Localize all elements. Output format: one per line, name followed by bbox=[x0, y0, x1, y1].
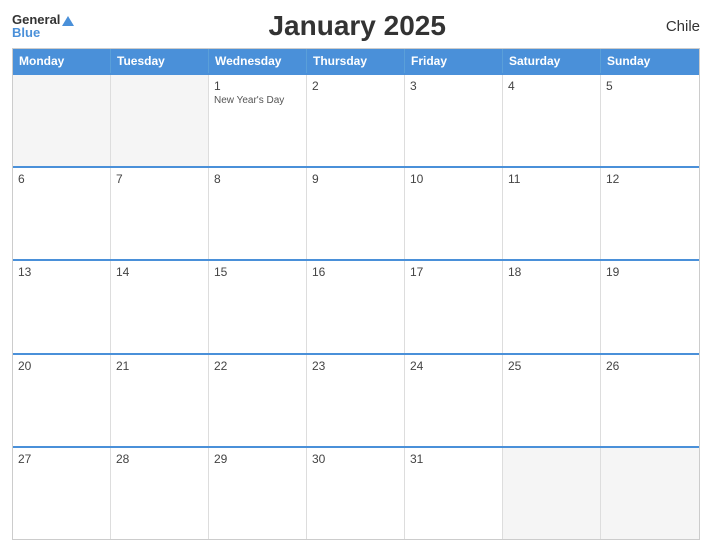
header: General Blue January 2025 Chile bbox=[12, 10, 700, 42]
cell-date-number: 29 bbox=[214, 452, 301, 466]
calendar-grid: MondayTuesdayWednesdayThursdayFridaySatu… bbox=[12, 48, 700, 540]
calendar-cell bbox=[503, 448, 601, 539]
calendar-cell: 13 bbox=[13, 261, 111, 352]
logo-triangle-icon bbox=[62, 16, 74, 26]
calendar-cell: 31 bbox=[405, 448, 503, 539]
calendar-cell: 3 bbox=[405, 75, 503, 166]
cell-date-number: 3 bbox=[410, 79, 497, 93]
day-header-tuesday: Tuesday bbox=[111, 49, 209, 73]
week-row-3: 13 14 15 16 17 18 19 bbox=[13, 259, 699, 352]
calendar-cell: 27 bbox=[13, 448, 111, 539]
week-row-1: 1 New Year's Day 2345 bbox=[13, 73, 699, 166]
cell-date-number: 21 bbox=[116, 359, 203, 373]
cell-date-number: 27 bbox=[18, 452, 105, 466]
calendar-cell: 28 bbox=[111, 448, 209, 539]
calendar-cell: 21 bbox=[111, 355, 209, 446]
cell-date-number: 10 bbox=[410, 172, 497, 186]
calendar-cell: 2 bbox=[307, 75, 405, 166]
logo-blue-text: Blue bbox=[12, 26, 40, 39]
calendar-cell: 6 bbox=[13, 168, 111, 259]
day-headers-row: MondayTuesdayWednesdayThursdayFridaySatu… bbox=[13, 49, 699, 73]
calendar-cell: 14 bbox=[111, 261, 209, 352]
calendar-cell: 22 bbox=[209, 355, 307, 446]
calendar-cell: 24 bbox=[405, 355, 503, 446]
cell-date-number: 8 bbox=[214, 172, 301, 186]
cell-date-number: 20 bbox=[18, 359, 105, 373]
week-row-2: 6789 10 11 12 bbox=[13, 166, 699, 259]
cell-date-number: 5 bbox=[606, 79, 694, 93]
calendar-weeks: 1New Year's Day2345678910111213141516171… bbox=[13, 73, 699, 539]
calendar-cell: 17 bbox=[405, 261, 503, 352]
cell-date-number: 26 bbox=[606, 359, 694, 373]
calendar-cell: 9 bbox=[307, 168, 405, 259]
calendar-cell: 26 bbox=[601, 355, 699, 446]
cell-date-number: 7 bbox=[116, 172, 203, 186]
cell-date-number: 16 bbox=[312, 265, 399, 279]
cell-date-number: 30 bbox=[312, 452, 399, 466]
calendar-cell: 20 bbox=[13, 355, 111, 446]
calendar-cell: 29 bbox=[209, 448, 307, 539]
calendar-cell: 18 bbox=[503, 261, 601, 352]
cell-date-number: 1 bbox=[214, 79, 301, 93]
day-header-sunday: Sunday bbox=[601, 49, 699, 73]
cell-date-number: 31 bbox=[410, 452, 497, 466]
cell-date-number: 18 bbox=[508, 265, 595, 279]
cell-date-number: 17 bbox=[410, 265, 497, 279]
calendar-cell: 23 bbox=[307, 355, 405, 446]
calendar-cell: 12 bbox=[601, 168, 699, 259]
cell-date-number: 6 bbox=[18, 172, 105, 186]
logo: General Blue bbox=[12, 13, 74, 39]
page-title: January 2025 bbox=[74, 10, 640, 42]
cell-date-number: 23 bbox=[312, 359, 399, 373]
calendar-cell: 25 bbox=[503, 355, 601, 446]
day-header-thursday: Thursday bbox=[307, 49, 405, 73]
day-header-friday: Friday bbox=[405, 49, 503, 73]
day-header-saturday: Saturday bbox=[503, 49, 601, 73]
calendar-cell: 19 bbox=[601, 261, 699, 352]
day-header-monday: Monday bbox=[13, 49, 111, 73]
calendar-cell: 11 bbox=[503, 168, 601, 259]
week-row-4: 20 21 22 23 24 25 26 bbox=[13, 353, 699, 446]
cell-date-number: 22 bbox=[214, 359, 301, 373]
week-row-5: 27 28 29 30 31 bbox=[13, 446, 699, 539]
cell-date-number: 12 bbox=[606, 172, 694, 186]
cell-date-number: 25 bbox=[508, 359, 595, 373]
cell-date-number: 19 bbox=[606, 265, 694, 279]
calendar-cell: 7 bbox=[111, 168, 209, 259]
cell-date-number: 24 bbox=[410, 359, 497, 373]
calendar-cell: 8 bbox=[209, 168, 307, 259]
cell-date-number: 13 bbox=[18, 265, 105, 279]
calendar-cell: 30 bbox=[307, 448, 405, 539]
calendar-page: General Blue January 2025 Chile MondayTu… bbox=[0, 0, 712, 550]
cell-date-number: 28 bbox=[116, 452, 203, 466]
calendar-cell: 1 New Year's Day bbox=[209, 75, 307, 166]
calendar-cell bbox=[601, 448, 699, 539]
calendar-cell: 16 bbox=[307, 261, 405, 352]
cell-date-number: 11 bbox=[508, 172, 595, 186]
cell-date-number: 4 bbox=[508, 79, 595, 93]
calendar-cell: 15 bbox=[209, 261, 307, 352]
country-label: Chile bbox=[640, 18, 700, 35]
day-header-wednesday: Wednesday bbox=[209, 49, 307, 73]
cell-event-label: New Year's Day bbox=[214, 95, 301, 106]
calendar-cell bbox=[111, 75, 209, 166]
cell-date-number: 15 bbox=[214, 265, 301, 279]
cell-date-number: 14 bbox=[116, 265, 203, 279]
cell-date-number: 2 bbox=[312, 79, 399, 93]
calendar-cell: 5 bbox=[601, 75, 699, 166]
calendar-cell: 4 bbox=[503, 75, 601, 166]
cell-date-number: 9 bbox=[312, 172, 399, 186]
calendar-cell bbox=[13, 75, 111, 166]
calendar-cell: 10 bbox=[405, 168, 503, 259]
